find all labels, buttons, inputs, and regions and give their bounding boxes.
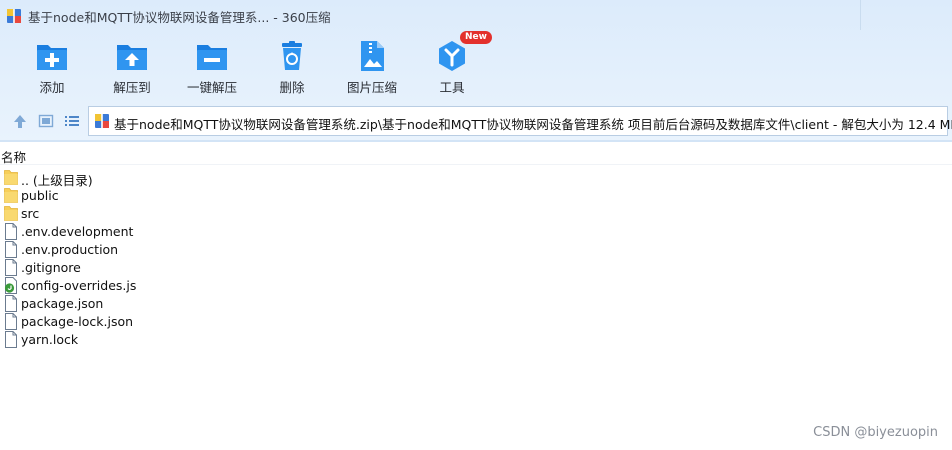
watermark: CSDN @biyezuopin [813,425,938,440]
column-divider [0,164,952,165]
list-item[interactable]: .. (上级目录) [0,169,300,188]
file-icon [4,223,18,240]
one-click-extract-icon [194,38,230,74]
js-file-icon [4,277,18,294]
tools-label: 工具 [439,80,465,95]
delete-icon [274,38,310,74]
add-label: 添加 [39,80,65,95]
folder-icon [4,187,18,204]
thumbnail-view-icon[interactable] [37,112,55,130]
address-bar[interactable]: 基于node和MQTT协议物联网设备管理系统.zip\基于node和MQTT协议… [88,106,952,136]
delete-button[interactable]: 删除 [252,34,332,98]
list-item[interactable]: yarn.lock [0,331,300,349]
list-item[interactable]: .env.production [0,241,300,259]
image-compress-icon [354,38,390,74]
one-click-extract-button[interactable]: 一键解压 [172,34,252,98]
title-bar-button[interactable] [860,0,906,30]
folder-icon [4,169,18,186]
file-icon [4,259,18,276]
file-icon [4,241,18,258]
header-area: 基于node和MQTT协议物联网设备管理系... - 360压缩 添加 解压到 … [0,0,952,141]
list-item[interactable]: src [0,205,300,223]
toolbar: 添加 解压到 一键解压 删除 图片压缩 New 工具 [0,31,952,100]
window-title: 基于node和MQTT协议物联网设备管理系... - 360压缩 [28,10,331,25]
file-name: package.json [21,296,104,311]
title-bar-button[interactable] [906,0,952,30]
address-row: 基于node和MQTT协议物联网设备管理系统.zip\基于node和MQTT协议… [0,104,952,138]
list-item[interactable]: public [0,187,300,205]
file-name: public [21,188,59,203]
file-name: .gitignore [21,260,81,275]
file-name: .env.development [21,224,134,239]
file-name: .env.production [21,242,119,257]
file-icon [4,331,18,348]
new-badge: New [460,31,492,44]
file-name: config-overrides.js [21,278,137,293]
extract-to-icon [114,38,150,74]
file-name: package-lock.json [21,314,134,329]
address-path: 基于node和MQTT协议物联网设备管理系统.zip\基于node和MQTT协议… [114,117,952,132]
up-arrow-icon[interactable] [11,112,29,130]
file-list: 名称 .. (上级目录) public src .env.development .en… [0,142,952,450]
list-item[interactable]: package.json [0,295,300,313]
archive-app-icon [6,8,22,24]
image-compress-label: 图片压缩 [346,80,397,95]
image-compress-button[interactable]: 图片压缩 [332,34,412,98]
tools-button[interactable]: New 工具 [412,31,492,98]
delete-label: 删除 [279,80,305,95]
one-click-extract-label: 一键解压 [186,80,237,95]
list-item[interactable]: .env.development [0,223,300,241]
add-icon [34,38,70,74]
folder-icon [4,205,18,222]
extract-to-button[interactable]: 解压到 [92,34,172,98]
list-item[interactable]: package-lock.json [0,313,300,331]
file-name: yarn.lock [21,332,79,347]
list-view-icon[interactable] [63,112,81,130]
file-icon [4,295,18,312]
column-header-name[interactable]: 名称 [0,147,26,165]
app-window: 基于node和MQTT协议物联网设备管理系... - 360压缩 添加 解压到 … [0,0,952,450]
file-name: src [21,206,40,221]
list-item[interactable]: config-overrides.js [0,277,300,295]
title-bar: 基于node和MQTT协议物联网设备管理系... - 360压缩 [0,0,952,32]
extract-to-label: 解压到 [113,80,151,95]
zip-file-icon [94,113,110,129]
list-item[interactable]: .gitignore [0,259,300,277]
add-button[interactable]: 添加 [12,34,92,98]
file-icon [4,313,18,330]
